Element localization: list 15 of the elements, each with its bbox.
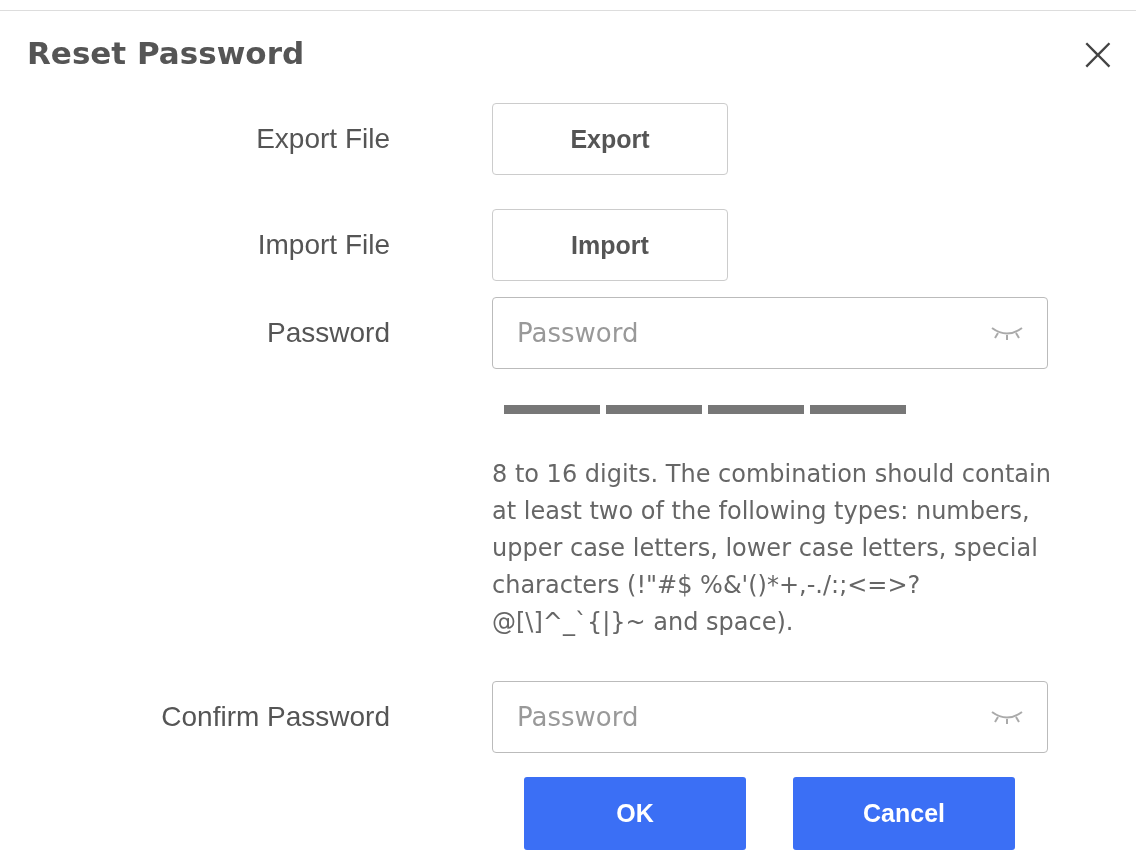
password-field[interactable]: Password [492, 297, 1048, 369]
field-label: Import File [257, 229, 390, 261]
field-label: Export File [256, 123, 390, 155]
import-button[interactable]: Import [492, 209, 728, 281]
eye-closed-icon[interactable] [990, 709, 1024, 725]
ok-button[interactable]: OK [524, 777, 746, 850]
field-label: Password [267, 317, 390, 349]
cancel-button[interactable]: Cancel [793, 777, 1015, 850]
eye-closed-icon[interactable] [990, 325, 1024, 341]
password-hint: 8 to 16 digits. The combination should contain at least two of the following types: numbers, upper case letters, lower case letters, special characters (!"#$ %&'()*+,-./:;<=>?@[\]^_`{|}~ and space). [492, 459, 1052, 638]
close-button[interactable]: × [1077, 33, 1118, 73]
export-button[interactable]: Export [492, 103, 728, 175]
field-label: Confirm Password [161, 701, 390, 733]
dialog-title: Reset Password [27, 35, 305, 71]
password-field[interactable]: Password [492, 681, 1048, 753]
